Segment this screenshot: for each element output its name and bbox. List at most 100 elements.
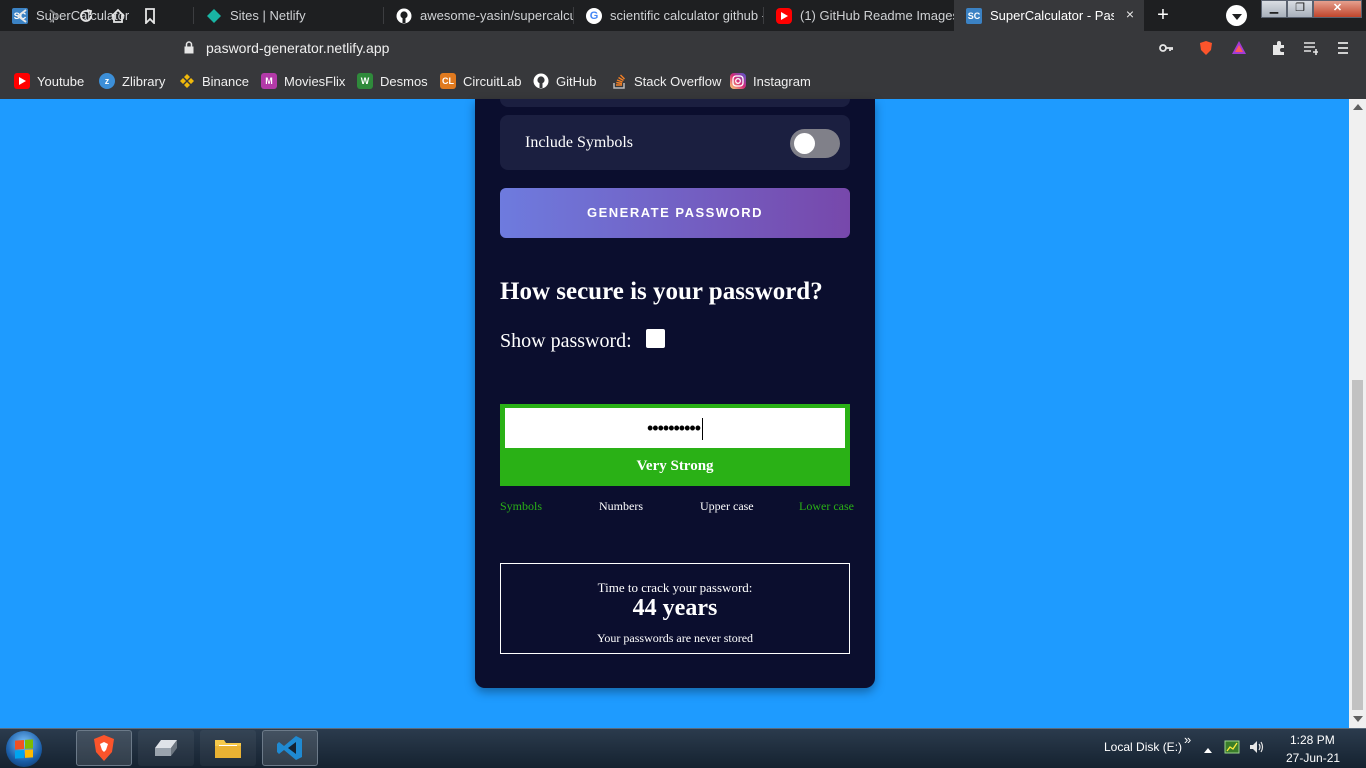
netlify-favicon-icon: [206, 8, 222, 24]
minimize-button[interactable]: ▁: [1261, 0, 1287, 18]
bookmark-label: GitHub: [556, 73, 597, 89]
bookmark-instagram[interactable]: Instagram: [730, 72, 811, 90]
bookmark-label: Stack Overflow: [634, 73, 722, 89]
circuitlab-icon: CL: [440, 73, 456, 89]
crack-time-value: 44 years: [632, 595, 718, 621]
tab-title: (1) GitHub Readme Images T: [800, 8, 954, 23]
bookmark-icon[interactable]: [141, 8, 159, 26]
clock-time[interactable]: 1:28 PM: [1290, 733, 1335, 747]
stackoverflow-icon: [611, 73, 627, 89]
crack-time-title: Time to crack your password:: [597, 580, 753, 595]
tab-3[interactable]: G scientific calculator github - (: [574, 0, 764, 31]
bookmark-label: Desmos: [380, 73, 428, 89]
brave-icon: [94, 735, 114, 761]
toolbar-overflow-icon[interactable]: »: [1184, 732, 1191, 747]
option-row-partial: [500, 99, 850, 107]
criteria-symbols: Symbols: [500, 499, 543, 513]
instagram-icon: [730, 73, 746, 89]
tab-1[interactable]: Sites | Netlify: [194, 0, 384, 31]
bookmark-label: Instagram: [753, 73, 811, 89]
taskbar-explorer-button[interactable]: [200, 730, 256, 766]
windows-logo-icon: [15, 739, 33, 759]
start-button[interactable]: [6, 731, 42, 767]
criteria-upper-case: Upper case: [700, 499, 754, 513]
tab-bar: SC SuperCalculator Sites | Netlify aweso…: [0, 0, 1366, 31]
taskbar-drive-button[interactable]: [138, 730, 194, 766]
tab-title: Sites | Netlify: [230, 8, 306, 23]
bookmark-zlibrary[interactable]: z Zlibrary: [99, 72, 165, 90]
strength-label: Very Strong: [636, 458, 714, 474]
back-icon[interactable]: [13, 8, 31, 26]
brave-shields-icon[interactable]: [1198, 40, 1214, 56]
toggle-knob: [794, 133, 815, 154]
reading-list-icon[interactable]: [1303, 40, 1319, 56]
address-bar[interactable]: pasword-generator.netlify.app: [206, 40, 389, 56]
github-favicon-icon: [396, 8, 412, 24]
binance-icon: [179, 73, 195, 89]
moviesflix-icon: M: [261, 73, 277, 89]
extensions-icon[interactable]: [1271, 40, 1287, 56]
maximize-button[interactable]: ❐: [1287, 0, 1313, 18]
bookmark-binance[interactable]: Binance: [179, 72, 249, 90]
reload-icon[interactable]: [77, 8, 95, 26]
close-tab-icon[interactable]: ×: [1126, 6, 1134, 22]
tab-4[interactable]: (1) GitHub Readme Images T: [764, 0, 954, 31]
bookmark-desmos[interactable]: W Desmos: [357, 72, 428, 90]
bookmark-label: Binance: [202, 73, 249, 89]
menu-icon[interactable]: [1335, 40, 1351, 56]
bookmark-stackoverflow[interactable]: Stack Overflow: [611, 72, 721, 90]
bookmark-moviesflix[interactable]: M MoviesFlix: [261, 72, 345, 90]
bookmark-youtube[interactable]: Youtube: [14, 72, 84, 90]
tab-title: scientific calculator github - (: [610, 8, 764, 23]
desmos-icon: W: [357, 73, 373, 89]
crack-time-note: Your passwords are never stored: [596, 631, 754, 645]
clock-date[interactable]: 27-Jun-21: [1286, 751, 1340, 765]
home-icon[interactable]: [109, 8, 127, 26]
brave-rewards-icon[interactable]: [1231, 40, 1247, 56]
scroll-up-arrow-icon[interactable]: [1353, 104, 1363, 110]
vscode-icon: [277, 736, 302, 760]
volume-icon[interactable]: [1249, 740, 1265, 757]
show-hidden-icons-icon[interactable]: [1204, 742, 1212, 756]
network-icon[interactable]: [1224, 739, 1240, 758]
folder-icon: [215, 740, 241, 758]
youtube-favicon-icon: [776, 7, 792, 24]
drive-icon: [155, 740, 177, 756]
scroll-down-arrow-icon[interactable]: [1353, 716, 1363, 722]
tab-title: awesome-yasin/supercalcula: [420, 8, 574, 23]
taskbar-vscode-button[interactable]: [262, 730, 318, 766]
bookmark-label: Youtube: [37, 73, 85, 89]
lock-icon[interactable]: [184, 41, 194, 54]
zlibrary-icon: z: [99, 73, 115, 89]
bookmark-circuitlab[interactable]: CL CircuitLab: [440, 72, 522, 90]
github-icon: [533, 73, 549, 89]
profile-menu-icon[interactable]: [1226, 5, 1247, 26]
bookmark-github[interactable]: GitHub: [533, 72, 596, 90]
forward-icon[interactable]: [45, 8, 63, 26]
key-icon[interactable]: [1158, 40, 1174, 56]
criteria-lower-case: Lower case: [799, 499, 854, 513]
security-heading: How secure is your password?: [500, 278, 823, 305]
include-symbols-toggle[interactable]: [790, 129, 840, 158]
drive-toolbar-label[interactable]: Local Disk (E:): [1104, 740, 1182, 754]
generate-password-button[interactable]: GENERATE PASSWORD: [500, 188, 850, 238]
new-tab-button[interactable]: +: [1152, 4, 1174, 26]
include-symbols-label: Include Symbols: [525, 134, 633, 151]
bookmark-label: Zlibrary: [122, 73, 166, 89]
tab-2[interactable]: awesome-yasin/supercalcula: [384, 0, 574, 31]
show-password-label: Show password:: [500, 330, 632, 352]
password-value: ••••••••••: [646, 418, 701, 438]
tab-5-active[interactable]: SC SuperCalculator - Passw ×: [954, 0, 1144, 31]
taskbar-brave-button[interactable]: [76, 730, 132, 766]
password-input[interactable]: ••••••••••: [505, 408, 845, 448]
bookmark-label: MoviesFlix: [284, 73, 346, 89]
youtube-icon: [14, 73, 30, 89]
tab-title: SuperCalculator - Passw: [990, 8, 1114, 23]
scrollbar-thumb[interactable]: [1352, 380, 1363, 710]
criteria-numbers: Numbers: [599, 499, 643, 513]
close-window-button[interactable]: ✕: [1313, 0, 1362, 18]
google-favicon-icon: G: [586, 7, 602, 24]
supercalculator-favicon-icon: SC: [966, 7, 982, 24]
show-password-checkbox[interactable]: [646, 329, 665, 348]
text-caret: [702, 418, 704, 441]
